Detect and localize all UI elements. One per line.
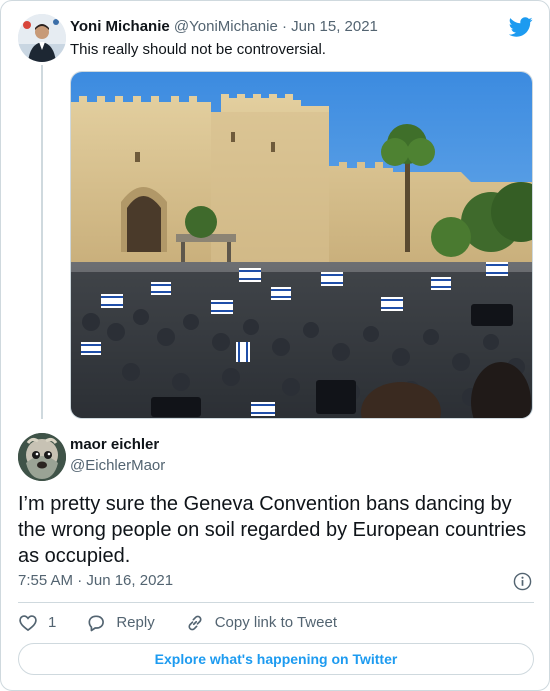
parent-tweet-header: Yoni Michanie @YoniMichanie · Jun 15, 20…: [70, 17, 378, 37]
copy-link-button[interactable]: Copy link to Tweet: [185, 613, 337, 633]
copy-link-label: Copy link to Tweet: [214, 614, 337, 631]
parent-author-name[interactable]: Yoni Michanie: [70, 18, 170, 35]
maor-avatar[interactable]: [18, 433, 66, 481]
parent-tweet-text: This really should not be controversial.: [70, 41, 326, 58]
parent-tweet-photo[interactable]: [70, 71, 533, 419]
info-icon[interactable]: [513, 572, 532, 591]
reply-label: Reply: [116, 614, 155, 631]
twitter-bird-icon[interactable]: [508, 15, 533, 39]
yoni-avatar[interactable]: [18, 14, 66, 62]
main-tweet-text: I’m pretty sure the Geneva Convention ba…: [18, 493, 527, 567]
tweet-actions-bar: 1 Reply Copy link to Tweet: [18, 611, 367, 635]
parent-date[interactable]: Jun 15, 2021: [291, 18, 378, 35]
heart-icon: [19, 615, 37, 632]
main-author-handle[interactable]: @EichlerMaor: [70, 456, 165, 476]
thread-connector-line: [41, 65, 43, 419]
like-count: 1: [48, 614, 57, 631]
explore-twitter-button[interactable]: Explore what's happening on Twitter: [18, 643, 534, 675]
parent-separator: ·: [277, 18, 292, 35]
link-icon: [188, 615, 202, 631]
tweet-embed-card: Yoni Michanie @YoniMichanie · Jun 15, 20…: [0, 0, 550, 691]
like-button[interactable]: 1: [18, 613, 56, 633]
actions-divider: [18, 602, 534, 603]
reply-button[interactable]: Reply: [86, 613, 155, 633]
main-author-name[interactable]: maor eichler: [70, 435, 159, 455]
tweet-timestamp[interactable]: 7:55 AM · Jun 16, 2021: [18, 571, 173, 591]
reply-bubble-icon: [88, 615, 105, 632]
parent-author-handle[interactable]: @YoniMichanie: [174, 18, 278, 35]
